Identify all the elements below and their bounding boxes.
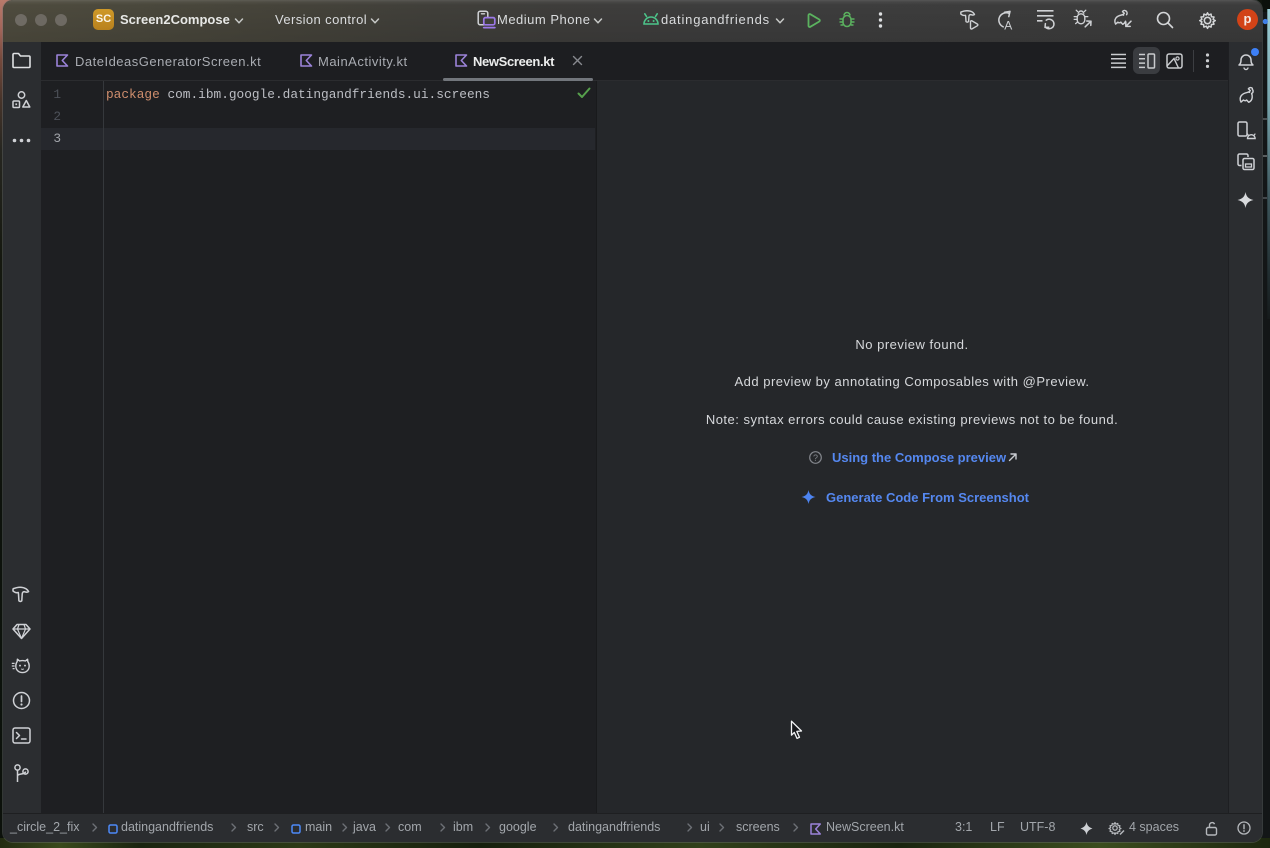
svg-text:?: ? bbox=[813, 453, 818, 463]
svg-text:A: A bbox=[1004, 19, 1012, 33]
